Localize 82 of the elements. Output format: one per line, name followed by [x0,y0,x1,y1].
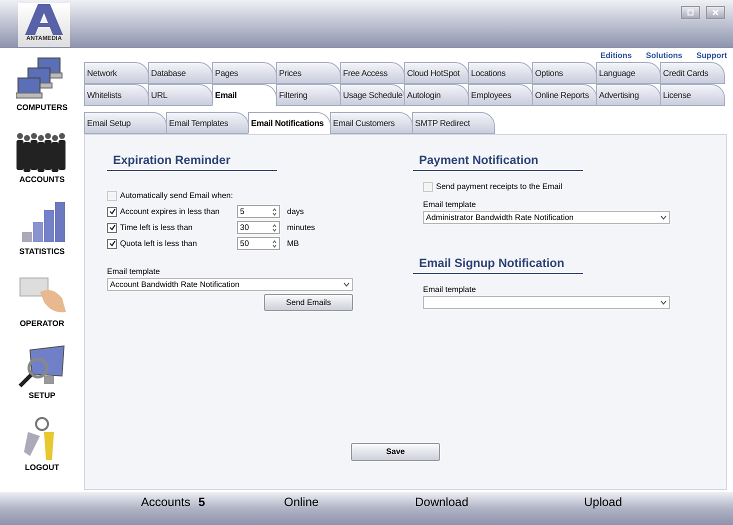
tab[interactable]: Options [532,62,597,84]
chevron-down-icon [343,282,350,287]
status-label: Upload [584,494,622,511]
tab[interactable]: Email Customers [330,112,413,134]
restore-button[interactable] [681,6,700,19]
field-label: Email template [423,199,477,211]
checkbox[interactable] [107,222,117,232]
section-heading: Expiration Reminder [107,151,277,171]
tab[interactable]: Free Access [340,62,405,84]
save-button[interactable]: Save [351,443,440,461]
checkbox-label: Account expires in less than [120,206,221,218]
checkbox-label: Quota left is less than [120,238,198,250]
tab[interactable]: SMTP Redirect [412,112,495,134]
number-spinner[interactable]: 50 [237,237,280,250]
tab[interactable]: Language [596,62,661,84]
tab[interactable]: Advertising [596,84,661,106]
unit-label: MB [287,238,299,250]
section-heading: Email Signup Notification [413,254,583,274]
number-spinner[interactable]: 30 [237,221,280,234]
logo-icon [24,3,64,36]
template-dropdown[interactable] [423,296,670,309]
checkbox-label: Send payment receipts to the Email [436,181,562,193]
section-heading: Payment Notification [413,151,583,171]
nav-item[interactable]: LOGOUT [16,416,68,474]
tab[interactable]: Email Notifications [248,112,331,134]
tab[interactable]: Email Setup [84,112,167,134]
tab[interactable]: URL [148,84,213,106]
tab[interactable]: Autologin [404,84,469,106]
close-icon [712,9,719,16]
check-icon [108,224,116,231]
dropdown-value: Account Bandwidth Rate Notification [110,278,240,290]
top-link[interactable]: Solutions [646,50,682,62]
status-label: Download [415,494,468,511]
number-spinner[interactable]: 5 [237,205,280,218]
tab[interactable]: Cloud HotSpot [404,62,469,84]
status-label: Online [284,494,319,511]
close-button[interactable] [706,6,725,19]
check-icon [108,240,116,247]
nav-item[interactable]: OPERATOR [16,272,68,330]
template-dropdown[interactable]: Account Bandwidth Rate Notification [107,278,353,291]
nav-item[interactable]: ACCOUNTS [16,128,68,186]
checkbox[interactable] [107,191,117,201]
send-emails-button[interactable]: Send Emails [264,294,353,311]
nav-item[interactable]: STATISTICS [16,200,68,258]
checkbox[interactable] [423,182,433,192]
tab[interactable]: Email [212,84,277,106]
status-value: 5 [198,494,206,511]
tab[interactable]: Online Reports [532,84,597,106]
tab[interactable]: Prices [276,62,341,84]
tab[interactable]: Email Templates [166,112,249,134]
field-label: Email template [423,284,477,296]
template-dropdown[interactable]: Administrator Bandwidth Rate Notification [423,211,670,224]
checkbox-label: Automatically send Email when: [120,190,233,202]
spinner-arrows-icon [272,240,277,248]
nav-item[interactable]: COMPUTERS [16,56,68,114]
spinner-arrows-icon [272,208,277,216]
tab[interactable]: Network [84,62,149,84]
unit-label: days [287,206,304,218]
check-icon [108,208,116,215]
status-label: Accounts [141,494,190,511]
nav-item[interactable]: SETUP [16,344,68,402]
tab[interactable]: Whitelists [84,84,149,106]
restore-icon [687,9,694,16]
unit-label: minutes [287,222,316,234]
tab[interactable]: Credit Cards [660,62,725,84]
tab[interactable]: Usage Schedule [340,84,405,106]
tab[interactable]: Locations [468,62,533,84]
chevron-down-icon [660,215,667,220]
top-link[interactable]: Support [696,50,727,62]
tab[interactable]: License [660,84,725,106]
tab[interactable]: Filtering [276,84,341,106]
tab[interactable]: Employees [468,84,533,106]
field-label: Email template [107,266,161,278]
checkbox[interactable] [107,238,117,248]
spinner-arrows-icon [272,224,277,232]
dropdown-value: Administrator Bandwidth Rate Notification [426,212,574,224]
checkbox[interactable] [107,206,117,216]
tab[interactable]: Pages [212,62,277,84]
chevron-down-icon [660,300,667,305]
tab[interactable]: Database [148,62,213,84]
checkbox-label: Time left is less than [120,222,194,234]
top-link[interactable]: Editions [600,50,632,62]
